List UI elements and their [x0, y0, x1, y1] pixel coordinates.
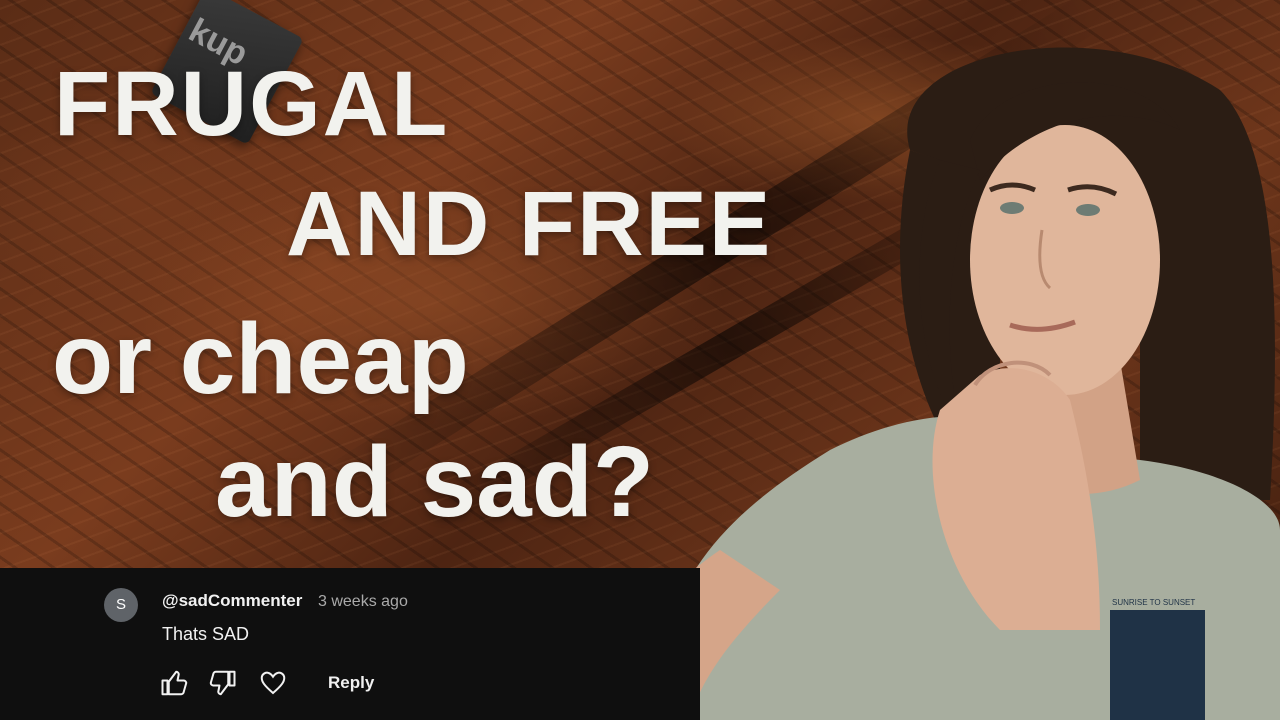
thumbs-up-icon[interactable] [160, 668, 190, 698]
avatar[interactable]: S [104, 588, 138, 622]
headline-line-1: FRUGAL [54, 53, 450, 155]
comment-timestamp[interactable]: 3 weeks ago [318, 593, 408, 611]
comment-author[interactable]: @sadCommenter [162, 591, 302, 611]
comment-panel [0, 568, 700, 720]
comment-text: Thats SAD [162, 624, 250, 644]
heart-icon[interactable] [258, 668, 288, 698]
thumbs-down-icon[interactable] [207, 668, 237, 698]
shirt-print-text: SUNRISE TO SUNSET [1112, 598, 1195, 607]
headline-line-3: or cheap [52, 303, 469, 415]
reply-button[interactable]: Reply [328, 673, 374, 693]
